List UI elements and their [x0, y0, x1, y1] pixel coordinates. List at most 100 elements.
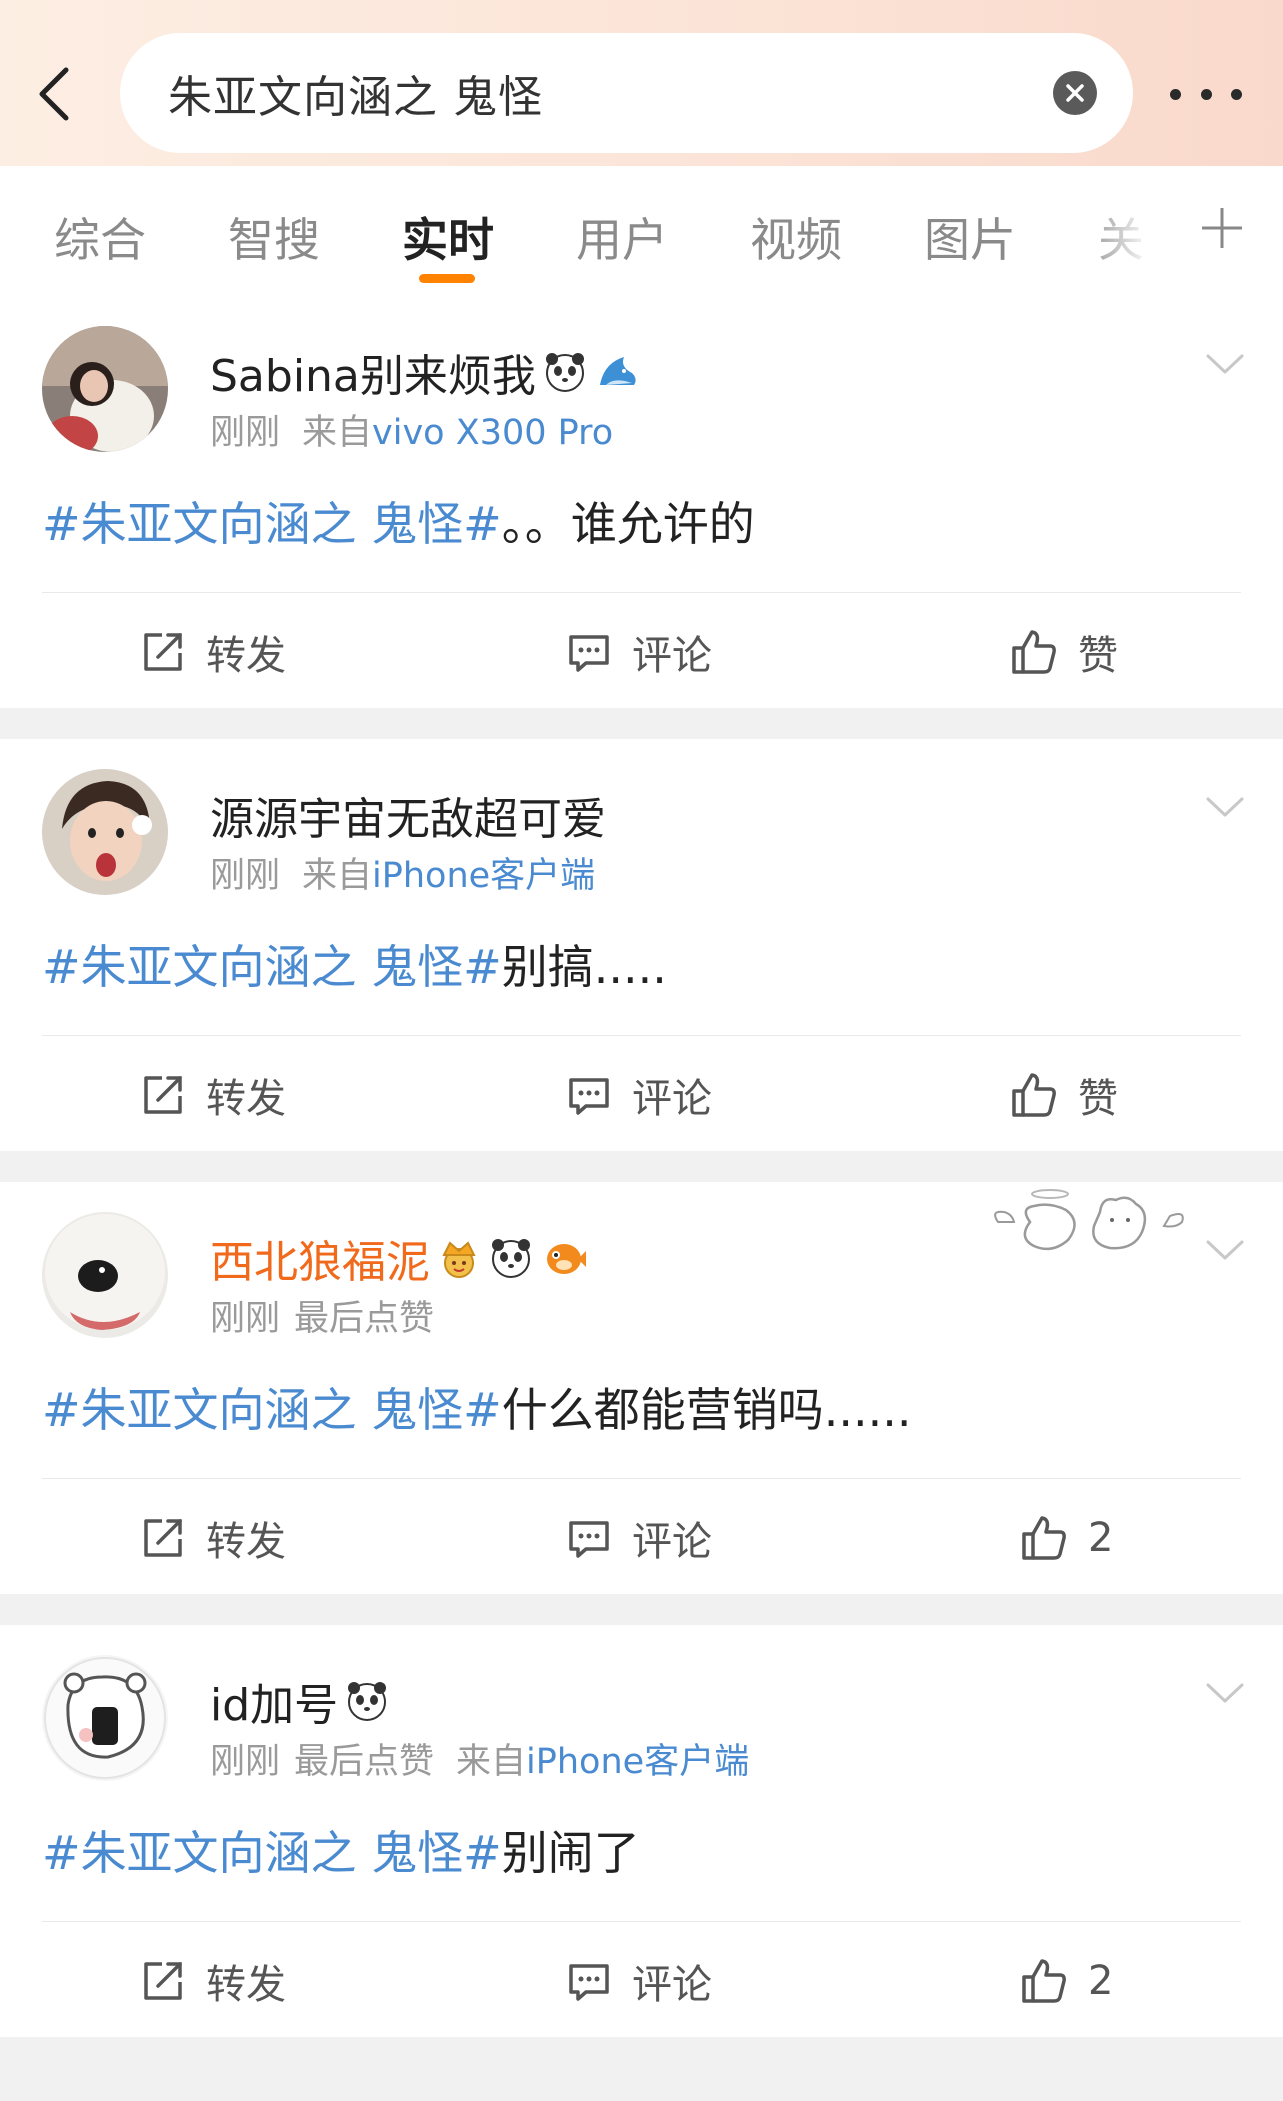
like-count: 赞 — [1078, 1076, 1118, 1122]
pufferfish-badge-icon — [547, 1244, 586, 1274]
post-time: 刚刚 — [210, 413, 281, 453]
chevron-down-icon[interactable] — [1204, 1679, 1246, 1709]
post-content[interactable]: #朱亚文向涵之 鬼怪#。。谁允许的 — [42, 488, 755, 554]
panda-badge-icon — [348, 1682, 387, 1721]
add-tab-icon[interactable] — [1200, 206, 1244, 250]
repost-button[interactable]: 转发 — [140, 624, 286, 680]
hashtag-link[interactable]: #朱亚文向涵之 鬼怪# — [42, 1383, 502, 1437]
repost-icon — [144, 1076, 182, 1114]
comment-label: 评论 — [632, 1519, 712, 1565]
comment-icon — [569, 1521, 609, 1558]
divider — [42, 592, 1241, 593]
action-bar: 转发 评论 赞 — [0, 1039, 1283, 1151]
tab-video[interactable]: 视频 — [750, 204, 842, 270]
post-time: 刚刚 — [210, 1299, 281, 1339]
comment-label: 评论 — [632, 633, 712, 679]
username[interactable]: 西北狼福泥 — [210, 1226, 586, 1290]
like-button[interactable]: 赞 — [1010, 624, 1118, 680]
avatar[interactable] — [42, 769, 168, 895]
comment-label: 评论 — [632, 1076, 712, 1122]
username[interactable]: Sabina别来烦我 — [210, 340, 640, 404]
repost-button[interactable]: 转发 — [140, 1067, 286, 1123]
post-content[interactable]: #朱亚文向涵之 鬼怪#别搞..... — [42, 931, 667, 997]
username-text[interactable]: 西北狼福泥 — [210, 1226, 430, 1290]
more-options-icon[interactable] — [1170, 80, 1242, 108]
avatar[interactable] — [42, 1655, 168, 1781]
username-text[interactable]: Sabina别来烦我 — [210, 340, 536, 404]
search-tabs: 综合 智搜 实时 用户 视频 图片 关 — [0, 166, 1283, 296]
tab-realtime[interactable]: 实时 — [402, 204, 494, 270]
comment-icon — [569, 635, 609, 672]
tab-fade-overlay — [1080, 186, 1170, 276]
tab-users[interactable]: 用户 — [576, 204, 668, 270]
post-body: 。。谁允许的 — [501, 497, 755, 551]
action-bar: 转发 评论 赞 — [0, 596, 1283, 708]
post-card[interactable]: Sabina别来烦我 刚刚 来自vivo X300 Pro #朱亚文向涵之 鬼怪#… — [0, 296, 1283, 708]
cute-cats-decoration — [994, 1189, 1184, 1251]
panda-badge-icon — [492, 1239, 530, 1278]
tab-smart-search[interactable]: 智搜 — [228, 204, 320, 270]
repost-label: 转发 — [206, 1962, 286, 2008]
like-button[interactable]: 2 — [1020, 1510, 1113, 1566]
comment-icon — [569, 1078, 609, 1115]
post-content[interactable]: #朱亚文向涵之 鬼怪#别闹了 — [42, 1817, 640, 1883]
chevron-down-icon[interactable] — [1204, 793, 1246, 823]
like-button[interactable]: 2 — [1020, 1953, 1113, 2009]
post-meta: 刚刚 最后点赞 — [210, 1290, 434, 1341]
post-source[interactable]: iPhone客户端 — [526, 1742, 749, 1782]
username[interactable]: 源源宇宙无敌超可爱 — [210, 783, 606, 847]
repost-icon — [144, 1962, 182, 2000]
active-tab-indicator — [419, 274, 475, 283]
action-bar: 转发 评论 2 — [0, 1925, 1283, 2037]
repost-label: 转发 — [206, 1076, 286, 1122]
divider — [42, 1921, 1241, 1922]
like-count: 2 — [1088, 1515, 1114, 1561]
comment-button[interactable]: 评论 — [566, 1067, 712, 1123]
search-query-text[interactable]: 朱亚文向涵之 鬼怪 — [168, 61, 543, 125]
post-body: 什么都能营销吗...... — [501, 1383, 912, 1437]
search-input[interactable]: 朱亚文向涵之 鬼怪 — [120, 33, 1133, 153]
comment-button[interactable]: 评论 — [566, 1953, 712, 2009]
like-count: 2 — [1088, 1958, 1114, 2004]
tab-pictures[interactable]: 图片 — [924, 204, 1016, 270]
post-time: 刚刚 — [210, 1742, 281, 1782]
thumbs-up-icon — [1022, 1959, 1066, 2003]
comment-button[interactable]: 评论 — [566, 1510, 712, 1566]
clear-search-icon[interactable] — [1053, 71, 1097, 115]
chevron-down-icon[interactable] — [1204, 1236, 1246, 1266]
hashtag-link[interactable]: #朱亚文向涵之 鬼怪# — [42, 1826, 502, 1880]
username-text[interactable]: 源源宇宙无敌超可爱 — [210, 783, 606, 847]
hashtag-link[interactable]: #朱亚文向涵之 鬼怪# — [42, 497, 502, 551]
post-source[interactable]: iPhone客户端 — [372, 856, 595, 896]
avatar[interactable] — [42, 326, 168, 452]
source-prefix: 来自 — [302, 856, 373, 896]
like-count: 赞 — [1078, 633, 1118, 679]
crown-badge-icon — [442, 1241, 476, 1278]
repost-button[interactable]: 转发 — [140, 1953, 286, 2009]
post-content[interactable]: #朱亚文向涵之 鬼怪#什么都能营销吗...... — [42, 1374, 911, 1440]
action-bar: 转发 评论 2 — [0, 1482, 1283, 1594]
panda-badge-icon — [545, 353, 584, 392]
back-arrow-icon[interactable] — [28, 58, 80, 130]
post-card[interactable]: 源源宇宙无敌超可爱 刚刚 来自iPhone客户端 #朱亚文向涵之 鬼怪#别搞...… — [0, 739, 1283, 1151]
source-prefix: 来自 — [456, 1742, 527, 1782]
post-status: 最后点赞 — [294, 1742, 435, 1782]
post-card[interactable]: 西北狼福泥 刚刚 最后点赞 #朱亚文向涵之 鬼怪#什么都能营销吗...... 转… — [0, 1182, 1283, 1594]
comment-button[interactable]: 评论 — [566, 624, 712, 680]
like-button[interactable]: 赞 — [1010, 1067, 1118, 1123]
post-status: 最后点赞 — [294, 1299, 435, 1339]
post-source[interactable]: vivo X300 Pro — [372, 413, 613, 453]
repost-label: 转发 — [206, 1519, 286, 1565]
post-time: 刚刚 — [210, 856, 281, 896]
tab-comprehensive[interactable]: 综合 — [54, 204, 146, 270]
avatar[interactable] — [42, 1212, 168, 1338]
username-text[interactable]: id加号 — [210, 1669, 338, 1733]
comment-label: 评论 — [632, 1962, 712, 2008]
username[interactable]: id加号 — [210, 1669, 390, 1733]
repost-button[interactable]: 转发 — [140, 1510, 286, 1566]
chevron-down-icon[interactable] — [1204, 350, 1246, 380]
thumbs-up-icon — [1012, 630, 1056, 674]
post-card[interactable]: id加号 刚刚 最后点赞 来自iPhone客户端 #朱亚文向涵之 鬼怪#别闹了 转发… — [0, 1625, 1283, 2037]
hashtag-link[interactable]: #朱亚文向涵之 鬼怪# — [42, 940, 502, 994]
divider — [42, 1478, 1241, 1479]
